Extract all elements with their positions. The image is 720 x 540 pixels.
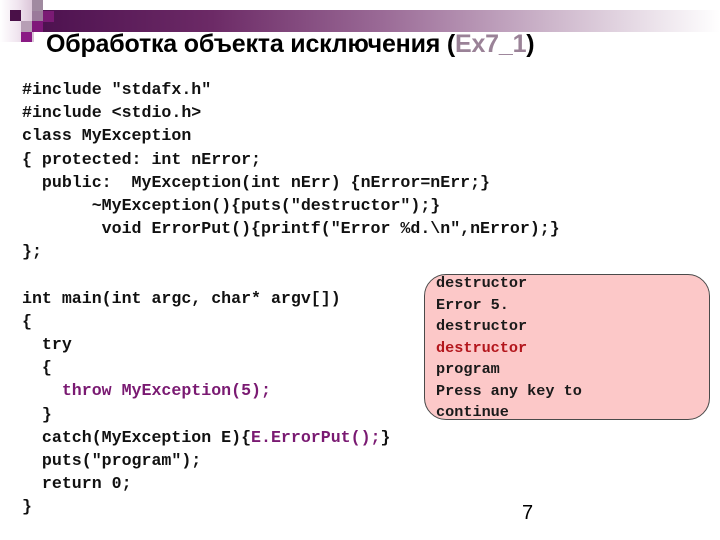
code-line: #include <stdio.h>	[22, 103, 202, 123]
header-square-decoration	[32, 21, 43, 32]
code-line: }	[22, 497, 32, 517]
console-line: Press any key to	[436, 381, 582, 400]
title-close-paren: )	[526, 30, 535, 58]
code-line: ~MyException(){puts("destructor");}	[22, 195, 441, 215]
header-gradient-bar	[43, 10, 720, 32]
header-square-decoration	[32, 0, 43, 11]
title-text: Обработка объекта исключения (	[46, 30, 455, 58]
catch-close-brace: }	[380, 427, 391, 447]
console-line: Error 5.	[436, 295, 509, 314]
slide-title: Обработка объекта исключения (Ex7_1)	[46, 30, 535, 59]
code-line: class MyException	[22, 126, 192, 146]
code-line: };	[22, 242, 42, 262]
title-example-code: Ex7_1	[455, 30, 527, 58]
header-square-decoration	[10, 10, 21, 21]
code-line: return 0;	[22, 474, 132, 494]
console-output: destructor Error 5. destructor destructor pr…	[436, 274, 582, 420]
console-line: destructor	[436, 317, 528, 335]
code-line: public: MyException(int nErr) {nError=nE…	[22, 172, 491, 192]
catch-clause: catch(MyException E){	[22, 427, 252, 447]
console-line: continue	[436, 403, 509, 420]
code-line: void ErrorPut(){printf("Error %d.\n",nEr…	[22, 219, 560, 239]
header-square-decoration	[43, 11, 54, 22]
code-line: { protected: int nError;	[22, 149, 261, 169]
console-line: destructor	[436, 274, 528, 292]
code-line: #include "stdafx.h"	[22, 80, 212, 99]
catch-errorput-call: E.ErrorPut();	[251, 427, 381, 447]
header-square-decoration	[21, 32, 32, 42]
console-output-box: destructor Error 5. destructor destructor pr…	[424, 274, 710, 420]
console-line-highlighted: destructor	[436, 338, 528, 357]
header-square-decoration	[21, 21, 32, 32]
page-number: 7	[522, 502, 534, 524]
code-line: puts("program");	[22, 451, 202, 470]
console-line: program	[436, 360, 500, 378]
code-line-catch: catch(MyException E){E.ErrorPut();}	[22, 426, 560, 449]
